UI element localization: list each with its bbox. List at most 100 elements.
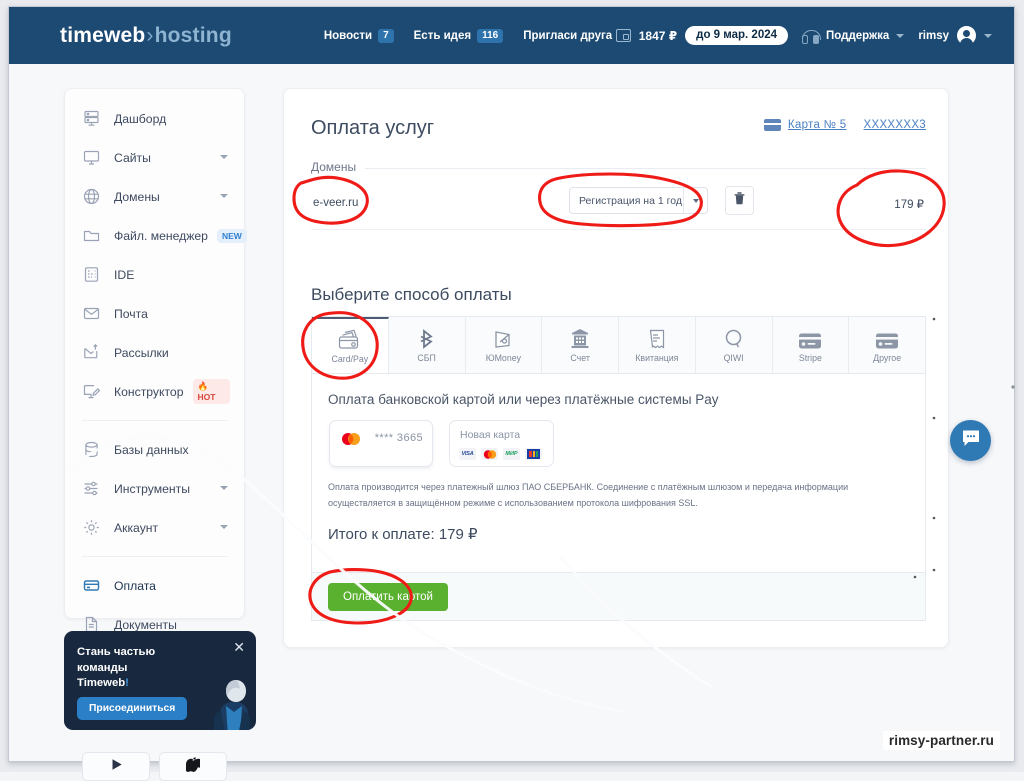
sidebar-label: Оплата bbox=[114, 578, 156, 593]
delete-domain-button[interactable] bbox=[725, 186, 754, 215]
tab-qiwi[interactable]: QIWI bbox=[695, 317, 773, 373]
chat-widget-button[interactable] bbox=[950, 420, 991, 461]
credit-card-icon bbox=[82, 576, 101, 595]
top-header-bar: timeweb›hosting Новости 7 Есть идея 116 … bbox=[9, 7, 1014, 64]
tab-other[interactable]: Другое bbox=[849, 317, 925, 373]
payment-method-tabs: Card/Pay СБП ЮMoney Счет Квитанция QIWI … bbox=[311, 316, 926, 373]
support-menu[interactable]: Поддержка bbox=[802, 29, 905, 44]
mail-icon bbox=[82, 304, 101, 323]
top-right-cluster: 1847 ₽ до 9 мар. 2024 Поддержка rimsy bbox=[615, 7, 992, 64]
app-store-button[interactable] bbox=[159, 752, 227, 781]
tab-yoomoney[interactable]: ЮMoney bbox=[465, 317, 543, 373]
promo-line1: Стань частью команды bbox=[77, 646, 156, 674]
user-menu[interactable]: rimsy bbox=[918, 26, 992, 46]
sidebar-item-mailings[interactable]: Рассылки bbox=[65, 333, 244, 372]
store-buttons bbox=[65, 741, 244, 781]
tab-label: Stripe bbox=[798, 352, 822, 363]
tab-stripe[interactable]: Stripe bbox=[772, 317, 850, 373]
close-icon[interactable]: ✕ bbox=[233, 639, 245, 656]
saved-card-tile[interactable]: **** 3665 bbox=[329, 420, 433, 467]
tab-account[interactable]: Счет bbox=[542, 317, 619, 373]
sidebar-item-file-manager[interactable]: Файл. менеджер NEW bbox=[65, 216, 247, 255]
pay-button-bar: Оплатить картой bbox=[311, 573, 926, 621]
badge-new: NEW bbox=[216, 228, 247, 243]
play-triangle-icon bbox=[109, 757, 124, 777]
tab-card-pay[interactable]: Card/Pay bbox=[312, 317, 389, 373]
tab-label: Квитанция bbox=[635, 352, 679, 363]
nav-news-badge: 7 bbox=[378, 28, 394, 43]
domain-price: 179 ₽ bbox=[894, 199, 924, 211]
sidebar-label: Инструменты bbox=[114, 481, 190, 496]
sidebar-label: Рассылки bbox=[114, 345, 169, 360]
nav-item-news[interactable]: Новости 7 bbox=[323, 28, 394, 43]
tab-label: Счет bbox=[570, 352, 590, 363]
wallet-icon bbox=[615, 29, 631, 42]
sidebar-item-sites[interactable]: Сайты bbox=[65, 138, 244, 177]
headphones-icon bbox=[802, 29, 821, 44]
chevron-down-icon bbox=[220, 525, 228, 529]
sidebar-label: Почта bbox=[114, 306, 148, 321]
globe-icon bbox=[82, 187, 101, 206]
saved-card-link[interactable]: Карта № 5 XXXXXXX3 bbox=[763, 119, 926, 131]
logo-text-main: timeweb bbox=[60, 23, 146, 47]
payment-disclaimer: Оплата производится через платежный шлюз… bbox=[328, 480, 911, 512]
promo-banner: Стань частью команды Timeweb! Присоедини… bbox=[64, 631, 256, 730]
chat-bubble-icon bbox=[961, 429, 981, 452]
nav-item-idea[interactable]: Есть идея 116 bbox=[413, 28, 504, 43]
promo-join-button[interactable]: Присоединиться bbox=[77, 697, 188, 720]
sidebar-item-ide[interactable]: IDE bbox=[65, 255, 244, 294]
mastercard-id-icon bbox=[525, 448, 542, 460]
sidebar-item-tools[interactable]: Инструменты bbox=[65, 469, 244, 508]
domain-name: e-veer.ru bbox=[313, 197, 359, 209]
tab-sbp[interactable]: СБП bbox=[388, 317, 466, 373]
qiwi-icon bbox=[723, 328, 745, 350]
apple-icon bbox=[185, 756, 203, 777]
tab-label: QIWI bbox=[723, 352, 744, 363]
balance-widget[interactable]: 1847 ₽ до 9 мар. 2024 bbox=[615, 26, 788, 45]
sidebar-label: Аккаунт bbox=[114, 520, 159, 535]
receipt-icon bbox=[646, 328, 668, 350]
new-card-tile[interactable]: Новая карта VISA МИР bbox=[449, 420, 554, 467]
google-play-button[interactable] bbox=[82, 752, 150, 781]
logo-arrow: › bbox=[146, 23, 154, 47]
main-content-card: Оплата услуг Карта № 5 XXXXXXX3 Домены e… bbox=[283, 88, 949, 648]
promo-text: Стань частью команды Timeweb! bbox=[77, 645, 202, 692]
disclaimer-line2: осуществляется в защищённом режиме с исп… bbox=[328, 497, 698, 508]
sidebar-item-databases[interactable]: Базы данных bbox=[65, 430, 244, 469]
disclaimer-line1: Оплата производится через платежный шлюз… bbox=[328, 482, 849, 492]
sidebar-item-builder[interactable]: Конструктор 🔥HOT bbox=[65, 372, 244, 411]
sidebar-label: Документы bbox=[114, 617, 177, 632]
nav-item-invite[interactable]: Пригласи друга bbox=[523, 30, 612, 42]
nav-news-label: Новости bbox=[323, 29, 373, 42]
mastercard-icon bbox=[340, 432, 362, 446]
credit-card-icon bbox=[763, 119, 781, 131]
tab-receipt[interactable]: Квитанция bbox=[619, 317, 696, 373]
timeweb-logo[interactable]: timeweb›hosting bbox=[60, 24, 232, 48]
logo-text-sub: hosting bbox=[154, 23, 232, 47]
sidebar-item-dashboard[interactable]: Дашборд bbox=[65, 99, 244, 138]
sidebar-item-account[interactable]: Аккаунт bbox=[65, 508, 244, 547]
sidebar-label: Домены bbox=[114, 189, 160, 204]
bank-building-icon bbox=[569, 328, 591, 350]
card-icon bbox=[798, 328, 822, 350]
chevron-down-icon[interactable] bbox=[683, 188, 707, 213]
domain-period-value: Регистрация на 1 год bbox=[579, 194, 682, 207]
card-payment-panel: Оплата банковской картой или через платё… bbox=[311, 373, 926, 573]
section-label-domains: Домены bbox=[311, 160, 366, 174]
card-icon bbox=[875, 328, 899, 350]
sidebar-item-domains[interactable]: Домены bbox=[65, 177, 244, 216]
chevron-down-icon bbox=[220, 486, 228, 490]
nav-idea-label: Есть идея bbox=[413, 29, 472, 42]
badge-hot: 🔥HOT bbox=[192, 379, 230, 404]
new-card-label: Новая карта bbox=[460, 429, 521, 441]
domain-period-select[interactable]: Регистрация на 1 год bbox=[569, 187, 708, 214]
sidebar-item-payment[interactable]: Оплата bbox=[65, 566, 244, 605]
visa-icon: VISA bbox=[459, 448, 476, 460]
sidebar-label: IDE bbox=[114, 267, 135, 282]
sidebar-item-mail[interactable]: Почта bbox=[65, 294, 244, 333]
payment-method-title: Выберите способ оплаты bbox=[311, 285, 512, 304]
tab-label: ЮMoney bbox=[485, 352, 522, 363]
pay-with-card-button[interactable]: Оплатить картой bbox=[328, 583, 448, 611]
top-navigation: Новости 7 Есть идея 116 Пригласи друга bbox=[323, 28, 612, 43]
sidebar-label: Файл. менеджер bbox=[114, 228, 208, 243]
